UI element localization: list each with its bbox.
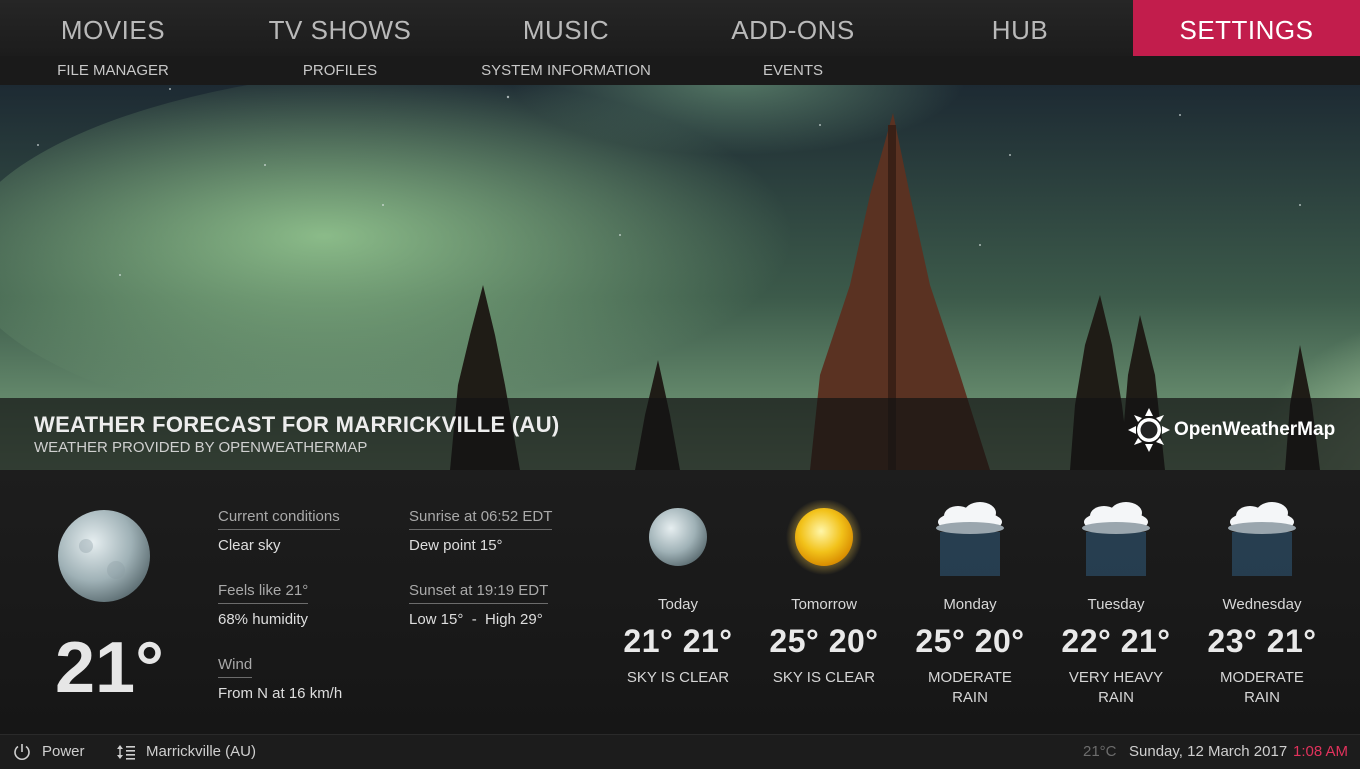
nav-movies[interactable]: MOVIES [0, 0, 226, 56]
sunset-label: Sunset at 19:19 EDT [409, 582, 549, 604]
subnav-file-manager[interactable]: FILE MANAGER [0, 56, 226, 86]
footer-temperature: 21°C [1083, 743, 1117, 760]
weather-panel: 21° Current conditions Clear sky Feels l… [0, 470, 1360, 734]
low-high-value: Low 15° - High 29° [409, 611, 543, 628]
weather-fanart: WEATHER FORECAST FOR MARRICKVILLE (AU) W… [0, 85, 1360, 470]
page-subtitle: WEATHER PROVIDED BY OPENWEATHERMAP [34, 439, 368, 456]
forecast-condition: SKY IS CLEAR [772, 669, 876, 686]
owm-logo-text: OpenWeatherMap [1174, 419, 1336, 440]
feels-like: Feels like 21° 68% humidity [218, 582, 309, 628]
nav-hub[interactable]: HUB [907, 0, 1133, 56]
sunrise-label: Sunrise at 06:52 EDT [409, 508, 553, 530]
nav-music[interactable]: MUSIC [453, 0, 679, 56]
forecast-day-name: Monday [943, 596, 997, 613]
current-conditions-label: Current conditions [218, 508, 340, 530]
nav-add-ons[interactable]: ADD-ONS [680, 0, 906, 56]
forecast-day: Monday 25° 20° MODERATE RAIN [900, 500, 1040, 708]
footer-bar: Power Marrickville (AU) 21°C Sunday, 12 … [0, 734, 1360, 769]
moon-icon [58, 510, 150, 602]
rain-cloud-icon [1192, 500, 1332, 580]
rain-cloud-icon [1046, 500, 1186, 580]
footer-clock: 1:08 AM [1293, 743, 1349, 760]
forecast-day: Tuesday 22° 21° VERY HEAVY RAIN [1046, 500, 1186, 708]
forecast-condition: VERY HEAVY RAIN [1068, 669, 1164, 706]
footer-date: Sunday, 12 March 2017 [1129, 743, 1288, 760]
nav-tv-shows[interactable]: TV SHOWS [227, 0, 453, 56]
forecast-temperatures: 23° 21° [1207, 623, 1317, 659]
subnav-profiles[interactable]: PROFILES [227, 56, 453, 86]
power-icon [14, 744, 30, 760]
forecast-day-name: Wednesday [1222, 596, 1302, 613]
nav-settings[interactable]: SETTINGS [1133, 0, 1360, 56]
forecast-temperatures: 25° 20° [915, 623, 1025, 659]
wind-value: From N at 16 km/h [218, 685, 343, 702]
forecast-day-name: Tuesday [1087, 596, 1145, 613]
subnav-events[interactable]: EVENTS [680, 56, 906, 86]
power-button[interactable]: Power [12, 735, 85, 769]
wind: Wind From N at 16 km/h [218, 656, 342, 702]
forecast-day-name: Tomorrow [791, 596, 857, 613]
location-label: Marrickville (AU) [146, 743, 256, 760]
location-selector[interactable]: Marrickville (AU) [116, 735, 256, 769]
forecast-day: Tomorrow 25° 20° SKY IS CLEAR [754, 499, 894, 688]
subnav-system-information[interactable]: SYSTEM INFORMATION [453, 56, 679, 86]
owm-sun-icon [1128, 408, 1170, 452]
dew-point-value: Dew point 15° [409, 537, 503, 554]
forecast-condition: MODERATE RAIN [928, 669, 1012, 706]
forecast-condition: SKY IS CLEAR [626, 669, 730, 686]
forecast-condition: MODERATE RAIN [1220, 669, 1304, 706]
current-temperature: 21° [55, 628, 164, 708]
sort-list-icon [117, 745, 135, 760]
current-conditions-value: Clear sky [218, 537, 281, 554]
sub-navigation: FILE MANAGER PROFILES SYSTEM INFORMATION… [0, 56, 1360, 86]
sunset: Sunset at 19:19 EDT Low 15° - High 29° [409, 582, 549, 628]
rain-cloud-icon [900, 500, 1040, 580]
moon-icon [608, 500, 748, 580]
page-title: WEATHER FORECAST FOR MARRICKVILLE (AU) [34, 412, 560, 437]
forecast-temperatures: 21° 21° [623, 623, 733, 659]
humidity-value: 68% humidity [218, 611, 309, 628]
forecast-day: Today 21° 21° SKY IS CLEAR [608, 500, 748, 688]
top-navigation: MOVIES TV SHOWS MUSIC ADD-ONS HUB SETTIN… [0, 0, 1360, 56]
feels-like-label: Feels like 21° [218, 582, 309, 604]
hero-caption-bar: WEATHER FORECAST FOR MARRICKVILLE (AU) W… [0, 398, 1360, 470]
sun-icon [754, 499, 894, 580]
power-label: Power [42, 743, 85, 760]
wind-label: Wind [218, 656, 253, 678]
current-conditions: Current conditions Clear sky [218, 508, 340, 554]
forecast-temperatures: 22° 21° [1061, 623, 1171, 659]
forecast-day: Wednesday 23° 21° MODERATE RAIN [1192, 500, 1332, 708]
sunrise: Sunrise at 06:52 EDT Dew point 15° [409, 508, 553, 554]
forecast-temperatures: 25° 20° [769, 623, 879, 659]
forecast-day-name: Today [657, 596, 699, 613]
